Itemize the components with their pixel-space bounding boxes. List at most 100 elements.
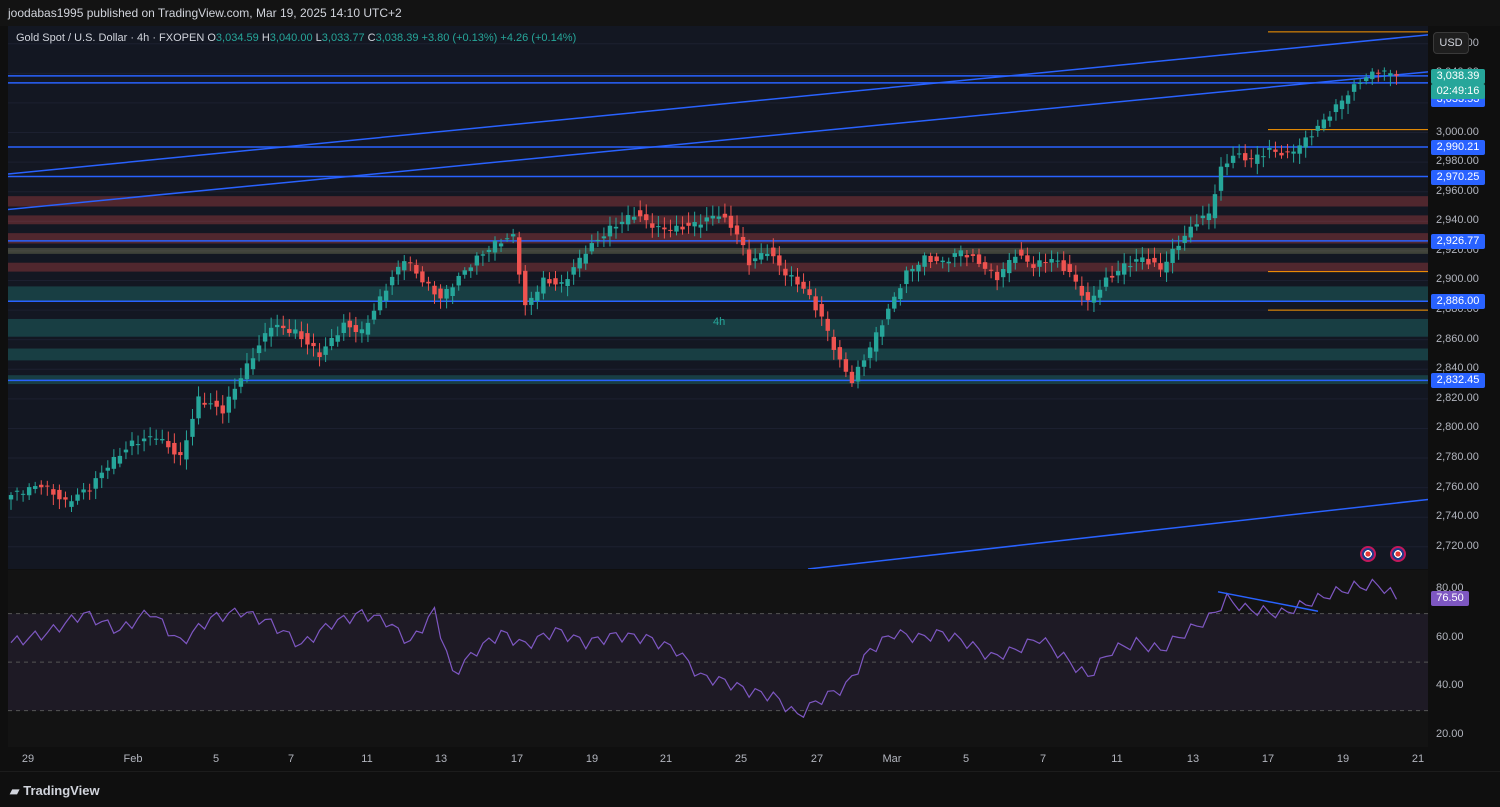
candle-down [734,225,740,235]
zone-neutral [8,247,1428,254]
candle-up [698,224,703,228]
candle-up [462,270,467,275]
candle-up [111,456,117,469]
price-level-tag[interactable]: 2,832.45 [1431,373,1485,389]
candle-up [396,266,401,275]
candle-up [710,215,715,219]
candle-up [69,501,74,507]
candle-up [583,253,588,264]
candle-up [559,282,564,284]
candle-up [1388,73,1393,76]
candle-up [565,279,570,287]
rsi-chart[interactable] [8,570,1428,747]
candle-up [1327,116,1333,121]
candle-up [1255,154,1260,164]
candle-down [813,296,818,311]
candle-up [492,240,498,253]
price-level-tag[interactable]: 2,970.25 [1431,169,1485,185]
candle-up [33,486,38,489]
candle-up [341,322,346,334]
publisher-bar: joodabas1995 published on TradingView.co… [0,0,1500,26]
candle-up [1364,77,1369,82]
candle-down [523,270,528,306]
candle-down [1158,263,1163,270]
candle-down [414,265,419,274]
candle-down [299,331,304,340]
price-level-tag[interactable]: 2,990.21 [1431,140,1485,155]
candle-down [807,289,812,296]
candle-up [504,238,510,240]
candlestick-chart[interactable] [8,26,1428,569]
candle-up [1176,245,1181,251]
main-price-pane[interactable]: Gold Spot / U.S. Dollar · 4h · FXOPEN O3… [8,26,1428,569]
candle-up [958,250,964,257]
candle-up [952,253,957,257]
candle-up [262,333,268,342]
candle-down [353,325,359,333]
candle-up [1339,100,1345,110]
us-flag-event-icon[interactable] [1360,546,1376,562]
candle-up [450,287,455,297]
candle-down [934,256,939,262]
candle-down [783,268,788,276]
candle-up [141,438,147,442]
candle-up [674,225,679,232]
rsi-pane[interactable] [8,570,1428,747]
candle-down [220,405,225,414]
price-level-tag[interactable]: 2,886.00 [1431,294,1485,310]
candle-down [1019,249,1024,256]
candle-up [631,216,637,220]
price-level-tag[interactable]: 3,038.39 [1431,68,1485,84]
rsi-tick-label: 20.00 [1436,727,1464,740]
candle-down [680,226,685,230]
candle-up [1345,95,1351,104]
candle-up [916,264,921,272]
candle-up [129,440,135,447]
us-flag-event-icon[interactable] [1390,546,1406,562]
price-level-tag[interactable]: 2,926.77 [1431,233,1485,249]
legend-open-key: O [207,32,216,44]
candle-up [1200,215,1206,219]
candle-up [135,444,141,446]
candle-up [759,252,764,260]
legend-high: 3,040.00 [269,32,313,44]
currency-button[interactable]: USD [1433,32,1469,54]
candle-down [988,269,994,271]
candle-up [250,358,256,370]
candle-down [420,271,425,283]
candle-up [154,438,159,440]
candle-up [444,289,449,299]
candle-down [166,441,171,448]
time-tick-label: 11 [361,753,373,765]
candle-up [1182,235,1187,243]
candle-up [1037,260,1042,267]
candle-down [1376,72,1381,74]
price-axis[interactable]: 3,060.003,040.003,020.003,000.002,980.00… [1428,26,1500,747]
time-tick-label: Feb [123,753,143,765]
candle-up [81,489,86,493]
candle-up [1351,84,1357,92]
zone-demand [8,348,1428,361]
candle-up [1224,163,1230,168]
candle-down [517,237,522,275]
candle-up [892,296,897,309]
candle-up [1122,263,1127,275]
candle-down [638,210,643,217]
candle-down [662,227,667,230]
price-tick-label: 2,780.00 [1436,451,1479,464]
tradingview-logo[interactable]: ▰ TradingView [10,783,100,798]
candle-down [1152,257,1157,263]
time-tick-label: 17 [1261,753,1275,765]
candle-up [1333,104,1339,113]
candle-up [335,335,340,342]
candle-down [831,336,836,350]
candle-up [625,215,631,225]
candle-down [1061,260,1066,271]
time-axis[interactable]: 29 Feb 5 7 11 13 17 19 21 25 27 Mar 5 7 11 13 17 19 21 [8,747,1428,771]
publisher-text: joodabas1995 published on TradingView.co… [8,6,402,20]
candle-up [371,310,377,320]
candle-up [238,378,244,387]
candle-up [529,297,534,305]
candle-up [468,267,473,271]
candle-up [940,260,945,263]
